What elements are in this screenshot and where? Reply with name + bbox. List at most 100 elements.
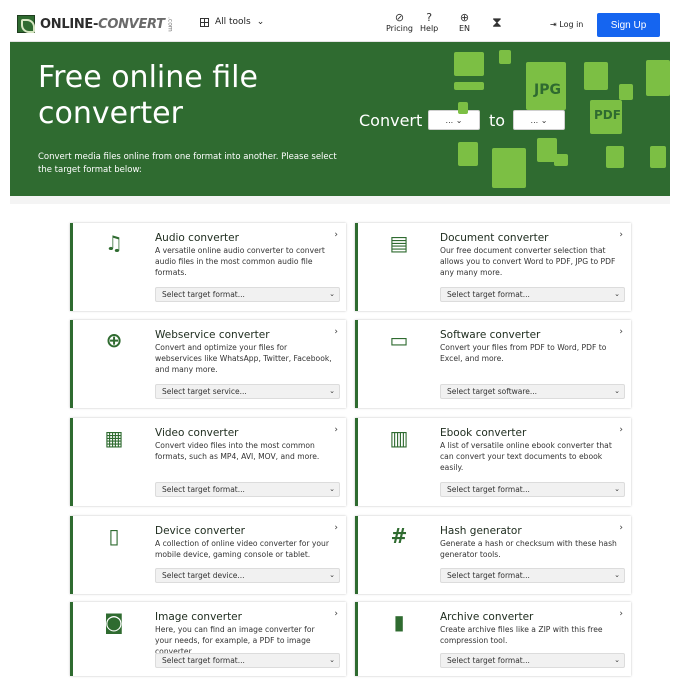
- file-small-icon: [458, 142, 478, 166]
- books-icon: ▥: [389, 426, 409, 450]
- select-placeholder: Select target format...: [447, 571, 530, 580]
- hero-banner: Free online file converter Convert media…: [10, 42, 670, 196]
- chevron-right-icon[interactable]: ›: [334, 425, 338, 435]
- converter-card[interactable]: # Hash generator Generate a hash or checks…: [355, 516, 631, 594]
- chevron-right-icon[interactable]: ›: [334, 609, 338, 619]
- site-logo[interactable]: ONLINE-CONVERT .com: [17, 15, 174, 33]
- converter-card[interactable]: ▯ Device converter A collection of online …: [70, 516, 346, 594]
- help-link[interactable]: ? Help: [420, 12, 438, 33]
- card-description: Convert video files into the most common…: [155, 441, 320, 461]
- font-file-icon: [650, 146, 666, 168]
- card-description: A versatile online audio converter to co…: [155, 246, 325, 277]
- card-title[interactable]: Ebook converter: [440, 427, 526, 439]
- music-note-icon: ♫: [105, 231, 123, 255]
- question-icon: ?: [426, 11, 433, 24]
- page-title: Free online file converter: [38, 60, 258, 131]
- pricing-link[interactable]: ⊘ Pricing: [386, 12, 413, 33]
- pdf-file-label: PDF: [594, 108, 621, 122]
- select-placeholder: Select target software...: [447, 387, 538, 396]
- target-format-select[interactable]: Select target format... ⌄: [440, 482, 625, 497]
- monitor-icon: ▭: [389, 328, 409, 352]
- history-button[interactable]: ⧗: [492, 16, 502, 32]
- tray-icon: [454, 82, 484, 90]
- hash-icon: #: [390, 524, 408, 548]
- converter-card[interactable]: ▤ Document converter Our free document con…: [355, 223, 631, 311]
- from-format-select[interactable]: ... ⌄: [428, 110, 480, 130]
- target-format-select[interactable]: Select target format... ⌄: [155, 653, 340, 668]
- converter-card[interactable]: ♫ Audio converter A versatile online audio…: [70, 223, 346, 311]
- chevron-right-icon[interactable]: ›: [619, 425, 623, 435]
- file-small-icon: [606, 146, 624, 168]
- card-title[interactable]: Audio converter: [155, 232, 239, 244]
- signup-button[interactable]: Sign Up: [597, 13, 660, 37]
- select-placeholder: Select target format...: [162, 290, 245, 299]
- top-navigation: ONLINE-CONVERT .com All tools ⌄ ⊘ Pricin…: [10, 6, 670, 42]
- file-small-icon: [554, 154, 568, 166]
- target-format-select[interactable]: Select target format... ⌄: [155, 482, 340, 497]
- card-title[interactable]: Software converter: [440, 329, 540, 341]
- card-title[interactable]: Image converter: [155, 611, 242, 623]
- converter-card[interactable]: ▭ Software converter Convert your files fr…: [355, 320, 631, 408]
- chevron-right-icon[interactable]: ›: [334, 230, 338, 240]
- chevron-down-icon: ⌄: [540, 115, 548, 125]
- section-divider: [10, 196, 670, 204]
- chevron-right-icon[interactable]: ›: [334, 523, 338, 533]
- target-format-select[interactable]: Select target format... ⌄: [440, 287, 625, 302]
- logo-icon: [17, 15, 35, 33]
- card-title[interactable]: Archive converter: [440, 611, 533, 623]
- converter-card[interactable]: ▦ Video converter Convert video files into…: [70, 418, 346, 506]
- card-title[interactable]: Hash generator: [440, 525, 522, 537]
- all-tools-menu[interactable]: All tools ⌄: [200, 17, 264, 27]
- logo-text: ONLINE-CONVERT: [40, 16, 165, 32]
- chevron-right-icon[interactable]: ›: [619, 230, 623, 240]
- chevron-right-icon[interactable]: ›: [619, 327, 623, 337]
- language-selector[interactable]: ⊕ EN: [459, 12, 470, 33]
- to-format-select[interactable]: ... ⌄: [513, 110, 565, 130]
- target-format-select[interactable]: Select target device... ⌄: [155, 568, 340, 583]
- target-format-select[interactable]: Select target format... ⌄: [440, 568, 625, 583]
- pricing-label: Pricing: [386, 24, 413, 33]
- film-icon: ▦: [104, 426, 124, 450]
- converter-card[interactable]: ▮ Archive converter Create archive files l…: [355, 602, 631, 676]
- target-format-select[interactable]: Select target format... ⌄: [440, 653, 625, 668]
- from-format-value: ...: [445, 115, 454, 125]
- image-file-icon: [584, 62, 608, 90]
- card-title[interactable]: Device converter: [155, 525, 245, 537]
- card-description: Our free document converter selection th…: [440, 246, 616, 277]
- file-small-icon: [499, 50, 511, 64]
- target-format-select[interactable]: Select target format... ⌄: [155, 287, 340, 302]
- converter-card[interactable]: ◙ Image converter Here, you can find an im…: [70, 602, 346, 676]
- language-label: EN: [459, 24, 471, 33]
- card-description: Convert and optimize your files for webs…: [155, 343, 332, 374]
- grid-icon: [200, 17, 209, 27]
- chevron-down-icon: ⌄: [329, 290, 335, 298]
- converter-card[interactable]: ▥ Ebook converter A list of versatile onli…: [355, 418, 631, 506]
- target-format-select[interactable]: Select target service... ⌄: [155, 384, 340, 399]
- chevron-down-icon: ⌄: [614, 571, 620, 579]
- envelope-file-icon: [454, 52, 484, 76]
- chevron-right-icon[interactable]: ›: [619, 609, 623, 619]
- card-title[interactable]: Document converter: [440, 232, 548, 244]
- jpg-file-label: JPG: [534, 82, 561, 98]
- globe-icon: ⊕: [105, 328, 123, 352]
- chevron-right-icon[interactable]: ›: [334, 327, 338, 337]
- card-title[interactable]: Webservice converter: [155, 329, 270, 341]
- clipboard-clock-icon: ⧗: [492, 15, 502, 31]
- login-link[interactable]: ⇥ Log in: [550, 20, 583, 29]
- card-title[interactable]: Video converter: [155, 427, 239, 439]
- login-label: Log in: [559, 20, 584, 29]
- target-format-select[interactable]: Select target software... ⌄: [440, 384, 625, 399]
- chevron-down-icon: ⌄: [329, 485, 335, 493]
- file-small-icon: [619, 84, 633, 100]
- hero-subtitle: Convert media files online from one form…: [38, 152, 337, 175]
- chevron-right-icon[interactable]: ›: [619, 523, 623, 533]
- select-placeholder: Select target format...: [162, 656, 245, 665]
- all-tools-label: All tools: [215, 17, 251, 27]
- to-format-value: ...: [530, 115, 539, 125]
- chart-file-icon: [646, 60, 670, 96]
- tag-icon: ⊘: [394, 11, 405, 24]
- chevron-down-icon: ⌄: [256, 17, 265, 27]
- chevron-down-icon: ⌄: [329, 571, 335, 579]
- converter-card[interactable]: ⊕ Webservice converter Convert and optimiz…: [70, 320, 346, 408]
- select-placeholder: Select target device...: [162, 571, 245, 580]
